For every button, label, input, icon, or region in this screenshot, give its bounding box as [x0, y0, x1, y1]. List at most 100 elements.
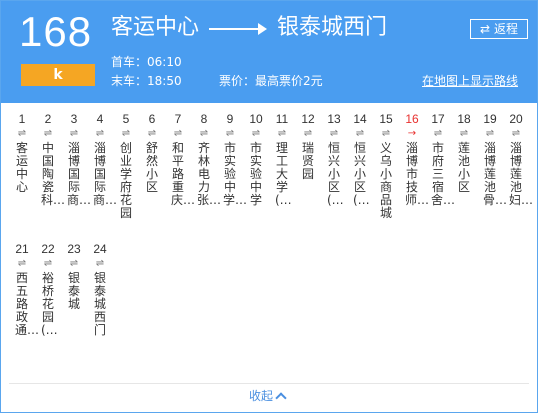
bus-route-card: 168 k 客运中心 银泰城西门 ⇄ 返程 首车：06:10 末车：18:50 …: [0, 0, 538, 413]
chevron-up-icon: [275, 392, 287, 404]
stop-number: 12: [301, 112, 315, 126]
bidirectional-arrow-icon: ⇌: [303, 128, 313, 139]
bidirectional-arrow-icon: ⇌: [95, 258, 105, 269]
stop-item[interactable]: 6 ⇌ 舒然小区: [139, 111, 165, 194]
route-origin: 客运中心: [111, 15, 200, 40]
stop-item[interactable]: 20 ⇌ 淄博莲池妇…: [503, 111, 533, 207]
stop-name: 和平路重庆…: [171, 141, 196, 207]
stop-item[interactable]: 11 ⇌ 理工大学(…: [269, 111, 295, 207]
stop-item[interactable]: 18 ⇌ 莲池小区: [451, 111, 477, 194]
bidirectional-arrow-icon: ⇌: [225, 128, 235, 139]
stop-number: 8: [200, 112, 208, 126]
bidirectional-arrow-icon: ⇌: [199, 128, 209, 139]
bidirectional-arrow-icon: ⇌: [433, 128, 443, 139]
stop-item[interactable]: 3 ⇌ 淄博国际商…: [61, 111, 92, 207]
stop-number: 4: [96, 112, 104, 126]
stop-name: 莲池小区: [457, 141, 470, 194]
stop-number: 11: [275, 112, 289, 126]
route-sub-badge: k: [21, 64, 95, 86]
stop-item[interactable]: 24 ⇌ 银泰城西门: [87, 241, 113, 337]
stop-name: 市实验中学…: [223, 141, 248, 207]
collapse-button[interactable]: 收起: [249, 387, 287, 405]
bidirectional-arrow-icon: ⇌: [147, 128, 157, 139]
stop-item[interactable]: 7 ⇌ 和平路重庆…: [165, 111, 196, 207]
bidirectional-arrow-icon: ⇌: [95, 128, 105, 139]
divider: [9, 383, 529, 384]
show-route-on-map-link[interactable]: 在地图上显示路线: [422, 73, 518, 89]
return-trip-button[interactable]: ⇄ 返程: [470, 19, 528, 39]
collapse-label: 收起: [249, 389, 274, 403]
stop-item[interactable]: 2 ⇌ 中国陶瓷科…: [35, 111, 65, 207]
stop-name: 理工大学(…: [275, 141, 292, 207]
stop-item[interactable]: 16 → 淄博市技师…: [399, 111, 430, 207]
stop-item[interactable]: 5 ⇌ 创业学府花园: [113, 111, 139, 220]
bidirectional-arrow-icon: ⇌: [173, 128, 183, 139]
stop-name: 客运中心: [15, 141, 28, 194]
stop-item[interactable]: 10 ⇌ 市实验中学: [243, 111, 269, 207]
stop-number: 24: [93, 242, 107, 256]
stop-name: 淄博市技师…: [405, 141, 430, 207]
return-trip-label: 返程: [494, 22, 519, 36]
stop-item[interactable]: 9 ⇌ 市实验中学…: [217, 111, 248, 207]
stop-item[interactable]: 22 ⇌ 裕桥花园(…: [35, 241, 61, 337]
bidirectional-arrow-icon: ⇌: [381, 128, 391, 139]
stop-name: 银泰城: [67, 271, 80, 311]
stop-number: 18: [457, 112, 471, 126]
stop-name: 淄博国际商…: [67, 141, 92, 207]
arrow-right-icon: →: [407, 128, 417, 139]
stop-item[interactable]: 21 ⇌ 西五路政通…: [9, 241, 40, 337]
bidirectional-arrow-icon: ⇌: [459, 128, 469, 139]
stop-name: 西五路政通…: [15, 271, 40, 337]
stop-number: 19: [483, 112, 497, 126]
stop-number: 23: [67, 242, 81, 256]
stop-item[interactable]: 12 ⇌ 瑞贤园: [295, 111, 321, 181]
stop-name: 恒兴小区(…: [353, 141, 370, 207]
stop-number: 21: [15, 242, 29, 256]
bidirectional-arrow-icon: ⇌: [485, 128, 495, 139]
route-header: 168 k 客运中心 银泰城西门 ⇄ 返程 首车：06:10 末车：18:50 …: [1, 1, 537, 103]
route-destination: 银泰城西门: [277, 15, 388, 40]
bidirectional-arrow-icon: ⇌: [43, 258, 53, 269]
bidirectional-arrow-icon: ⇌: [511, 128, 521, 139]
stop-item[interactable]: 13 ⇌ 恒兴小区(…: [321, 111, 347, 207]
stop-name: 淄博国际商…: [93, 141, 118, 207]
fare-info: 票价：最高票价2元: [219, 74, 323, 88]
stop-number: 10: [249, 112, 263, 126]
stop-item[interactable]: 14 ⇌ 恒兴小区(…: [347, 111, 373, 207]
bidirectional-arrow-icon: ⇌: [17, 128, 27, 139]
stop-name: 瑞贤园: [301, 141, 314, 181]
stop-item[interactable]: 23 ⇌ 银泰城: [61, 241, 87, 311]
stop-number: 1: [18, 112, 26, 126]
bidirectional-arrow-icon: ⇌: [355, 128, 365, 139]
bidirectional-arrow-icon: ⇌: [329, 128, 339, 139]
stop-name: 创业学府花园: [119, 141, 132, 220]
bidirectional-arrow-icon: ⇌: [69, 128, 79, 139]
stop-item[interactable]: 19 ⇌ 淄博莲池骨…: [477, 111, 507, 207]
stop-number: 9: [226, 112, 234, 126]
stop-number: 3: [70, 112, 78, 126]
stop-number: 22: [41, 242, 55, 256]
stop-name: 义乌小商品城: [379, 141, 392, 220]
stop-item[interactable]: 8 ⇌ 齐林电力张…: [191, 111, 221, 207]
stop-item[interactable]: 15 ⇌ 义乌小商品城: [373, 111, 399, 220]
stop-number: 6: [148, 112, 156, 126]
stop-item[interactable]: 17 ⇌ 市府三宿舍…: [425, 111, 456, 207]
stop-number: 14: [353, 112, 367, 126]
last-bus-time: 末车：18:50: [111, 74, 182, 88]
stop-number: 13: [327, 112, 341, 126]
stop-number: 15: [379, 112, 393, 126]
bidirectional-arrow-icon: ⇌: [69, 258, 79, 269]
route-direction: 客运中心 银泰城西门: [111, 13, 387, 43]
stop-item[interactable]: 4 ⇌ 淄博国际商…: [87, 111, 118, 207]
bidirectional-arrow-icon: ⇌: [277, 128, 287, 139]
bidirectional-arrow-icon: ⇌: [17, 258, 27, 269]
bidirectional-arrow-icon: ⇌: [121, 128, 131, 139]
stop-number: 7: [174, 112, 182, 126]
swap-icon: ⇄: [479, 22, 491, 36]
stop-name: 市府三宿舍…: [431, 141, 456, 207]
stop-name: 舒然小区: [145, 141, 158, 194]
stop-name: 银泰城西门: [93, 271, 106, 337]
stop-number: 2: [44, 112, 52, 126]
stop-item[interactable]: 1 ⇌ 客运中心: [9, 111, 35, 194]
stop-number: 20: [509, 112, 523, 126]
